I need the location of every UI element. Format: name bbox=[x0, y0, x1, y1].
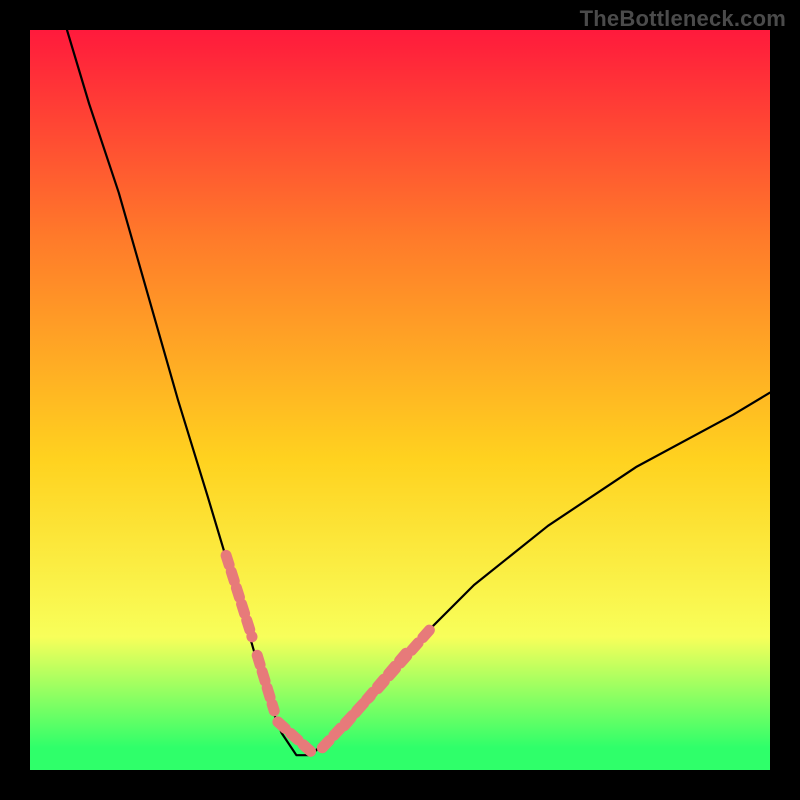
plot-area bbox=[30, 30, 770, 770]
bottleneck-curve-chart bbox=[30, 30, 770, 770]
chart-frame: TheBottleneck.com bbox=[0, 0, 800, 800]
watermark-text: TheBottleneck.com bbox=[580, 6, 786, 32]
